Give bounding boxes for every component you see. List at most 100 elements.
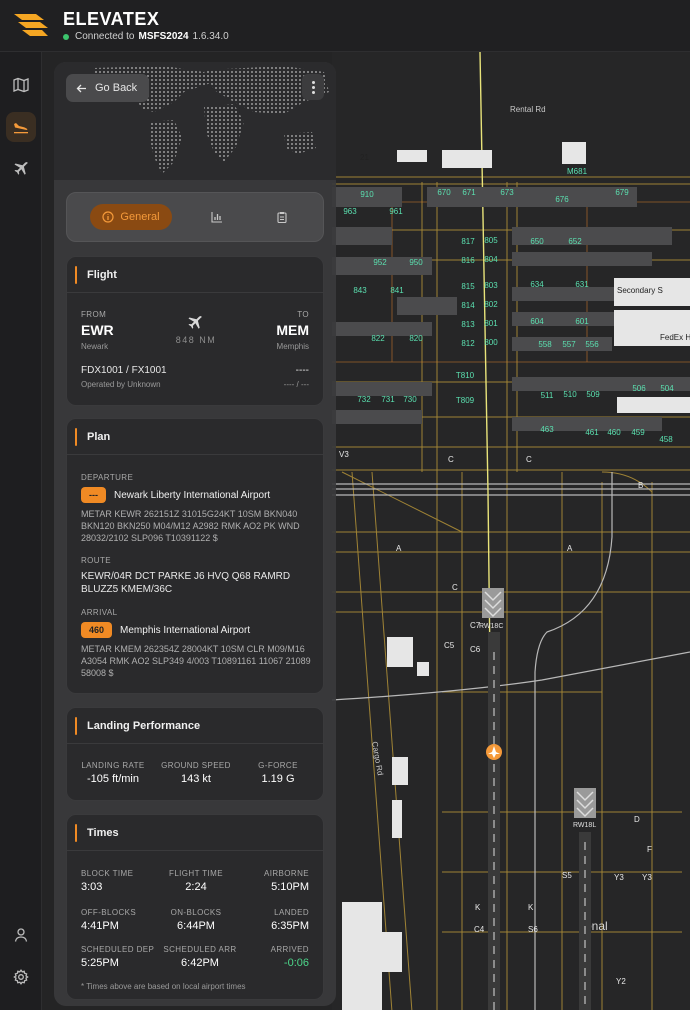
operator: Operated by Unknown (81, 380, 161, 389)
scheduled-dep-label: SCHEDULED DEP (81, 945, 155, 954)
aircraft-position-icon (486, 744, 502, 760)
block-time-value: 3:03 (81, 881, 103, 893)
gate-label: 511 (541, 391, 554, 400)
arrival-metar: METAR KMEM 262354Z 28004KT 10SM CLR M09/… (81, 644, 311, 678)
accent-bar (75, 265, 77, 284)
taxiway-label: Y2 (616, 977, 626, 986)
gate-label: 732 (357, 395, 371, 404)
nav-flights-button[interactable] (6, 154, 36, 184)
more-dot-icon (311, 85, 315, 89)
times-card-title: Times (87, 826, 119, 839)
clipboard-icon (277, 212, 287, 223)
plane-icon (188, 316, 202, 329)
landed-value: 6:35PM (271, 920, 309, 932)
departure-gate-badge: --- (81, 487, 106, 503)
gate-label: 816 (461, 256, 475, 265)
landing-icon (14, 123, 28, 134)
gate-label: 963 (343, 207, 357, 216)
sidebar (0, 52, 42, 1010)
gate-label: 805 (484, 236, 498, 245)
gate-label: 460 (607, 428, 621, 437)
departure-label: DEPARTURE (81, 473, 134, 482)
gate-label: 961 (389, 207, 403, 216)
route-label: ROUTE (81, 556, 111, 565)
gate-label: 670 (437, 188, 451, 197)
panel-tabs: General (66, 192, 324, 242)
landed-label: LANDED (274, 908, 309, 917)
landing-card-header: Landing Performance (67, 708, 323, 744)
gate-label: 650 (530, 237, 544, 246)
gate-label: 802 (484, 300, 498, 309)
flight-number: FDX1001 (81, 365, 124, 376)
more-dot-icon (311, 90, 315, 94)
tab-logbook[interactable] (267, 204, 297, 230)
taxiway-label: A (567, 544, 573, 553)
map-icon (13, 77, 29, 93)
more-dot-icon (311, 80, 315, 84)
route-string: KEWR/04R DCT PARKE J6 HVQ Q68 RAMRD BLUZ… (81, 571, 291, 595)
go-back-button[interactable]: Go Back (66, 74, 150, 102)
taxiway-label: K (475, 903, 481, 912)
tab-general[interactable]: General (90, 204, 172, 230)
gate-label: 652 (568, 237, 582, 246)
off-blocks-value: 4:41PM (81, 920, 119, 932)
plan-card: Plan DEPARTURE --- Newark Liberty Intern… (66, 418, 324, 694)
building-label: 21 (360, 153, 369, 162)
gate-label: 510 (563, 390, 577, 399)
connected-indicator-icon (63, 33, 69, 40)
app-title: ELEVATEX (63, 9, 160, 29)
gate-label: 813 (461, 320, 475, 329)
arrived-value: -0:06 (283, 957, 309, 969)
profile-button[interactable] (6, 920, 36, 950)
block-time-label: BLOCK TIME (81, 869, 134, 878)
chart-icon (211, 212, 222, 223)
airborne-label: AIRBORNE (264, 869, 309, 878)
gate-label: 679 (615, 188, 629, 197)
info-icon (102, 211, 115, 223)
from-label: FROM (81, 310, 107, 319)
flight-card-header: Flight (67, 257, 323, 293)
scheduled-arr-label: SCHEDULED ARR (163, 945, 237, 954)
settings-button[interactable] (6, 962, 36, 992)
nav-landing-button[interactable] (6, 112, 36, 142)
taxiway-label: B (638, 481, 643, 490)
departure-airport: Newark Liberty International Airport (114, 489, 271, 501)
more-options-button[interactable] (302, 74, 324, 100)
taxiway-label: C (448, 455, 454, 464)
sim-version: 1.6.34.0 (192, 31, 229, 42)
taxiway-label: C5 (444, 641, 455, 650)
nav-map-button[interactable] (6, 70, 36, 100)
gate-label: 730 (403, 395, 417, 404)
tab-statistics[interactable] (202, 204, 232, 230)
elevatex-logo (14, 14, 48, 36)
taxiway-label: C7 (470, 621, 481, 630)
gate-label: 804 (484, 255, 498, 264)
g-force-label: G-FORCE (258, 761, 298, 770)
plan-card-header: Plan (67, 419, 323, 455)
taxiway-label: C4 (474, 925, 485, 934)
times-card-header: Times (67, 815, 323, 851)
route-distance: 848 NM (175, 335, 217, 345)
gate-label: T810 (456, 371, 475, 380)
flight-number-line: FDX1001 / FX1001 (81, 365, 167, 376)
arrival-label: ARRIVAL (81, 608, 118, 617)
times-footnote: * Times above are based on local airport… (81, 982, 246, 991)
arrow-left-icon (76, 84, 86, 92)
go-back-label: Go Back (95, 82, 138, 94)
taxiway-label: C (526, 455, 532, 464)
gate-label: 801 (484, 319, 498, 328)
times-card: Times BLOCK TIME 3:03 FLIGHT TIME 2:24 A… (66, 814, 324, 1000)
building-label: FedEx H (660, 333, 690, 342)
landing-rate-value: -105 ft/min (87, 773, 139, 785)
on-blocks-label: ON-BLOCKS (170, 908, 222, 917)
world-map-header: Go Back (54, 62, 336, 180)
taxiway-label: C (452, 583, 458, 592)
landing-card-title: Landing Performance (87, 719, 201, 732)
accent-bar (75, 716, 77, 735)
gate-label: 634 (530, 280, 544, 289)
aircraft-registration: ---- / --- (283, 380, 309, 389)
building-label: Secondary S (617, 286, 663, 295)
gate-label: 676 (555, 195, 569, 204)
taxiway-label: C6 (470, 645, 481, 654)
plane-icon (14, 162, 28, 175)
